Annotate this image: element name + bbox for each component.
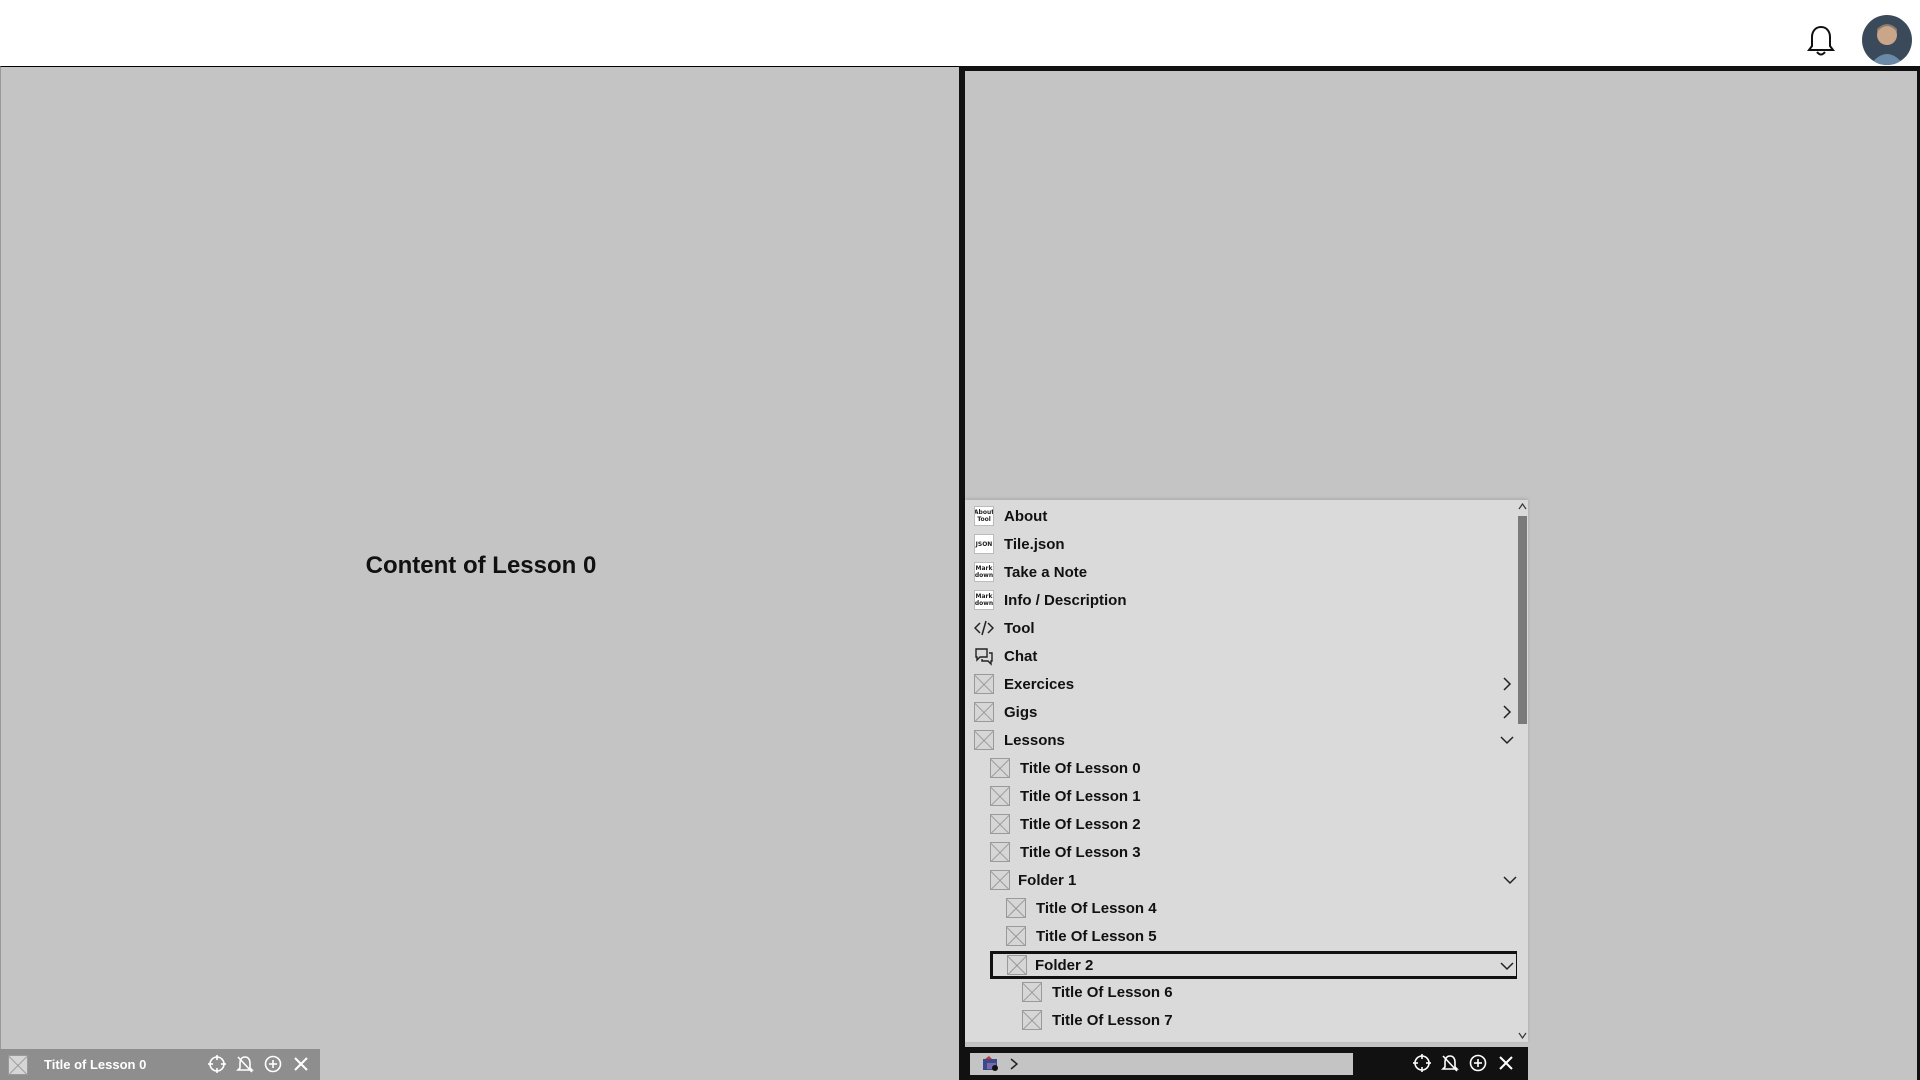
menu-item-tile-json[interactable]: JSON Tile.json <box>974 530 1065 558</box>
menu-item-take-note[interactable]: Mark down Take a Note <box>974 558 1087 586</box>
placeholder-icon <box>990 870 1010 890</box>
placeholder-icon <box>990 814 1010 834</box>
scrollbar-thumb[interactable] <box>1518 516 1527 724</box>
placeholder-icon <box>990 842 1010 862</box>
chevron-right-icon <box>1503 677 1512 691</box>
menu-item-chat[interactable]: Chat <box>974 642 1037 670</box>
menu-item-exercices[interactable]: Exercices <box>974 670 1514 698</box>
chevron-down-icon <box>1500 736 1514 745</box>
close-icon[interactable] <box>292 1055 310 1073</box>
user-avatar[interactable] <box>1862 15 1912 65</box>
menu-item-about[interactable]: About Tool About <box>974 502 1047 530</box>
json-icon: JSON <box>974 534 994 554</box>
placeholder-icon <box>1007 955 1027 975</box>
menu-item-lesson-2[interactable]: Title Of Lesson 2 <box>990 810 1141 838</box>
placeholder-icon <box>1022 1010 1042 1030</box>
tool-tab-bar <box>965 1047 1528 1080</box>
menu-item-lesson-5[interactable]: Title Of Lesson 5 <box>1006 922 1157 950</box>
chevron-down-icon <box>1500 962 1514 971</box>
close-icon[interactable] <box>1497 1054 1515 1072</box>
menu-item-lesson-0[interactable]: Title Of Lesson 0 <box>990 754 1141 782</box>
scroll-down-icon[interactable] <box>1518 1032 1527 1039</box>
scroll-up-icon[interactable] <box>1518 503 1527 510</box>
code-icon <box>974 618 994 638</box>
plus-circle-icon[interactable] <box>264 1055 282 1073</box>
menu-item-lessons[interactable]: Lessons <box>974 726 1514 754</box>
markdown-icon: Mark down <box>974 562 994 582</box>
placeholder-icon <box>974 674 994 694</box>
placeholder-icon <box>974 730 994 750</box>
menu-item-folder-2[interactable]: Folder 2 <box>990 951 1519 979</box>
placeholder-icon <box>974 702 994 722</box>
menu-item-tool[interactable]: Tool <box>974 614 1035 642</box>
menu-item-lesson-1[interactable]: Title Of Lesson 1 <box>990 782 1141 810</box>
crosshair-icon[interactable] <box>1413 1054 1431 1072</box>
bell-off-icon[interactable] <box>236 1055 254 1073</box>
menu-item-info[interactable]: Mark down Info / Description <box>974 586 1127 614</box>
crosshair-icon[interactable] <box>208 1055 226 1073</box>
lesson-pane: Content of Lesson 0 <box>0 66 960 1080</box>
plus-circle-icon[interactable] <box>1469 1054 1487 1072</box>
address-bar[interactable] <box>970 1053 1353 1075</box>
about-tool-icon: About Tool <box>974 506 994 526</box>
placeholder-icon <box>1006 898 1026 918</box>
tool-menu: About Tool About JSON Tile.json Mark dow… <box>965 500 1528 1042</box>
menu-item-folder-1[interactable]: Folder 1 <box>990 866 1517 894</box>
placeholder-icon <box>990 758 1010 778</box>
lesson-tab-title: Title of Lesson 0 <box>44 1057 147 1072</box>
placeholder-icon <box>1022 982 1042 1002</box>
markdown-icon: Mark down <box>974 590 994 610</box>
menu-item-lesson-6[interactable]: Title Of Lesson 6 <box>1022 978 1173 1006</box>
lesson-content-text: Content of Lesson 0 <box>365 552 597 579</box>
lesson-tab-bar[interactable]: Title of Lesson 0 <box>0 1049 320 1080</box>
chevron-right-icon <box>1010 1058 1018 1070</box>
menu-item-lesson-7[interactable]: Title Of Lesson 7 <box>1022 1006 1173 1034</box>
chevron-down-icon <box>1503 876 1517 885</box>
placeholder-icon <box>8 1055 28 1075</box>
chat-icon <box>974 646 994 666</box>
app-logo-icon[interactable] <box>982 1056 1000 1072</box>
menu-item-lesson-4[interactable]: Title Of Lesson 4 <box>1006 894 1157 922</box>
menu-item-lesson-3[interactable]: Title Of Lesson 3 <box>990 838 1141 866</box>
bell-icon[interactable] <box>1806 24 1836 58</box>
placeholder-icon <box>990 786 1010 806</box>
chevron-right-icon <box>1503 705 1512 719</box>
placeholder-icon <box>1006 926 1026 946</box>
menu-item-gigs[interactable]: Gigs <box>974 698 1514 726</box>
top-bar <box>0 0 1920 66</box>
bell-off-icon[interactable] <box>1441 1054 1459 1072</box>
